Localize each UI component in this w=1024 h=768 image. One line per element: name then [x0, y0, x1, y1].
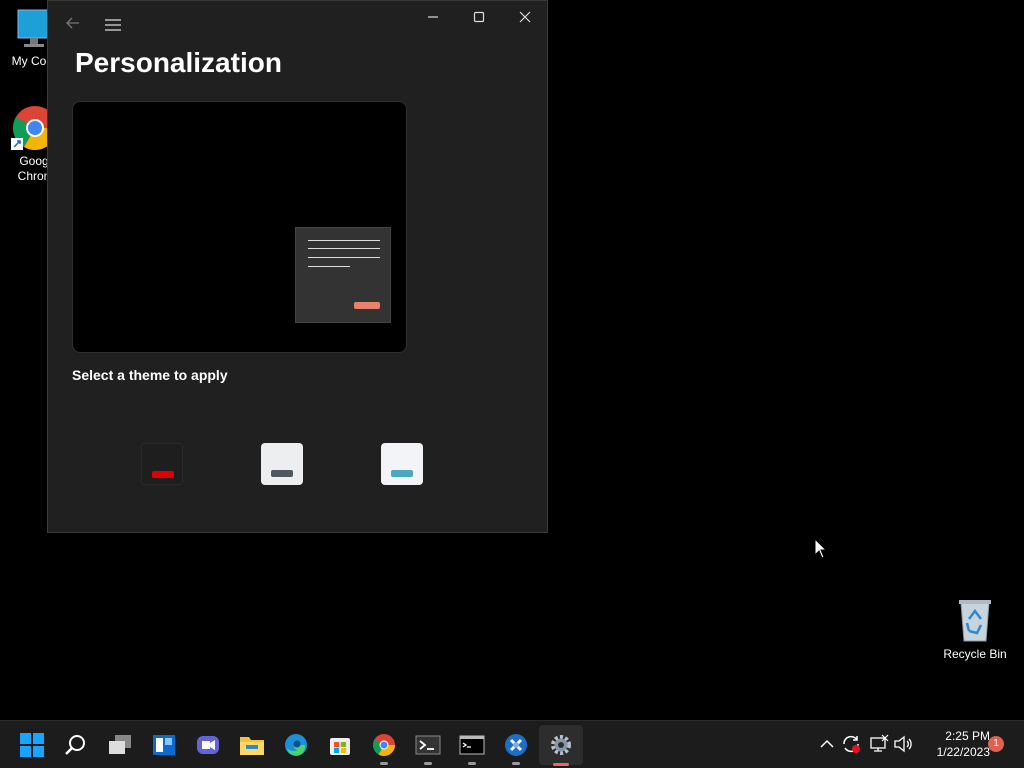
mouse-cursor-icon	[814, 538, 828, 559]
file-explorer-button[interactable]	[230, 721, 274, 768]
minimize-button[interactable]	[418, 5, 448, 29]
clock-time: 2:25 PM	[945, 729, 990, 743]
minimize-icon	[428, 16, 438, 18]
sync-error-icon	[843, 735, 860, 753]
back-arrow-icon	[66, 17, 79, 29]
title-bar	[48, 1, 547, 49]
close-icon	[519, 11, 531, 23]
back-button[interactable]	[58, 11, 88, 35]
file-explorer-icon	[240, 736, 264, 755]
maximize-icon	[473, 11, 485, 23]
hamburger-menu-icon	[105, 19, 121, 31]
theme-option-dark[interactable]	[141, 443, 183, 485]
theme-option-light-teal[interactable]	[381, 443, 423, 485]
recycle-bin-icon	[959, 600, 991, 642]
close-button[interactable]	[510, 5, 540, 29]
network-icon	[870, 734, 889, 752]
task-view-icon	[109, 734, 131, 754]
app-button[interactable]	[494, 721, 538, 768]
widgets-icon	[153, 734, 175, 755]
cmd-button[interactable]	[450, 721, 494, 768]
sync-tray-button[interactable]	[840, 733, 862, 755]
preview-window-mockup	[295, 227, 391, 323]
notification-badge[interactable]: 1	[988, 736, 1004, 752]
taskbar: 2:25 PM 1/22/2023 1	[0, 720, 1024, 768]
terminal-button[interactable]	[406, 721, 450, 768]
volume-icon	[894, 735, 912, 753]
chat-button[interactable]	[186, 721, 230, 768]
search-button[interactable]	[54, 721, 98, 768]
app-icon	[505, 733, 527, 756]
page-title: Personalization	[75, 47, 282, 78]
store-icon	[330, 737, 350, 755]
theme-option-light-gray[interactable]	[261, 443, 303, 485]
clock-date: 1/22/2023	[936, 745, 990, 759]
theme-preview	[72, 101, 407, 353]
cmd-icon	[459, 735, 485, 754]
search-icon	[65, 734, 85, 755]
network-tray-button[interactable]	[868, 733, 890, 755]
chat-icon	[197, 735, 219, 754]
edge-icon	[285, 733, 307, 756]
task-view-button[interactable]	[98, 721, 142, 768]
terminal-icon	[415, 735, 441, 754]
maximize-button[interactable]	[464, 5, 494, 29]
settings-icon	[551, 735, 571, 755]
store-button[interactable]	[318, 721, 362, 768]
settings-taskbar-button[interactable]	[539, 725, 583, 766]
preview-button	[354, 302, 380, 309]
widgets-button[interactable]	[142, 721, 186, 768]
edge-button[interactable]	[274, 721, 318, 768]
start-button[interactable]	[10, 721, 54, 768]
chevron-up-icon	[820, 739, 834, 748]
start-icon	[20, 732, 44, 757]
volume-tray-button[interactable]	[892, 733, 914, 755]
select-theme-label: Select a theme to apply	[72, 367, 228, 383]
chrome-taskbar-button[interactable]	[362, 721, 406, 768]
recycle-bin-desktop-icon[interactable]: Recycle Bin	[935, 597, 1015, 662]
settings-window: Personalization Select a theme to apply	[47, 0, 548, 533]
navigation-menu-button[interactable]	[98, 13, 128, 37]
clock[interactable]: 2:25 PM 1/22/2023	[918, 728, 990, 760]
desktop-icon-label: Recycle Bin	[943, 647, 1007, 661]
show-hidden-icons-button[interactable]	[816, 733, 838, 755]
chrome-icon	[373, 733, 395, 756]
